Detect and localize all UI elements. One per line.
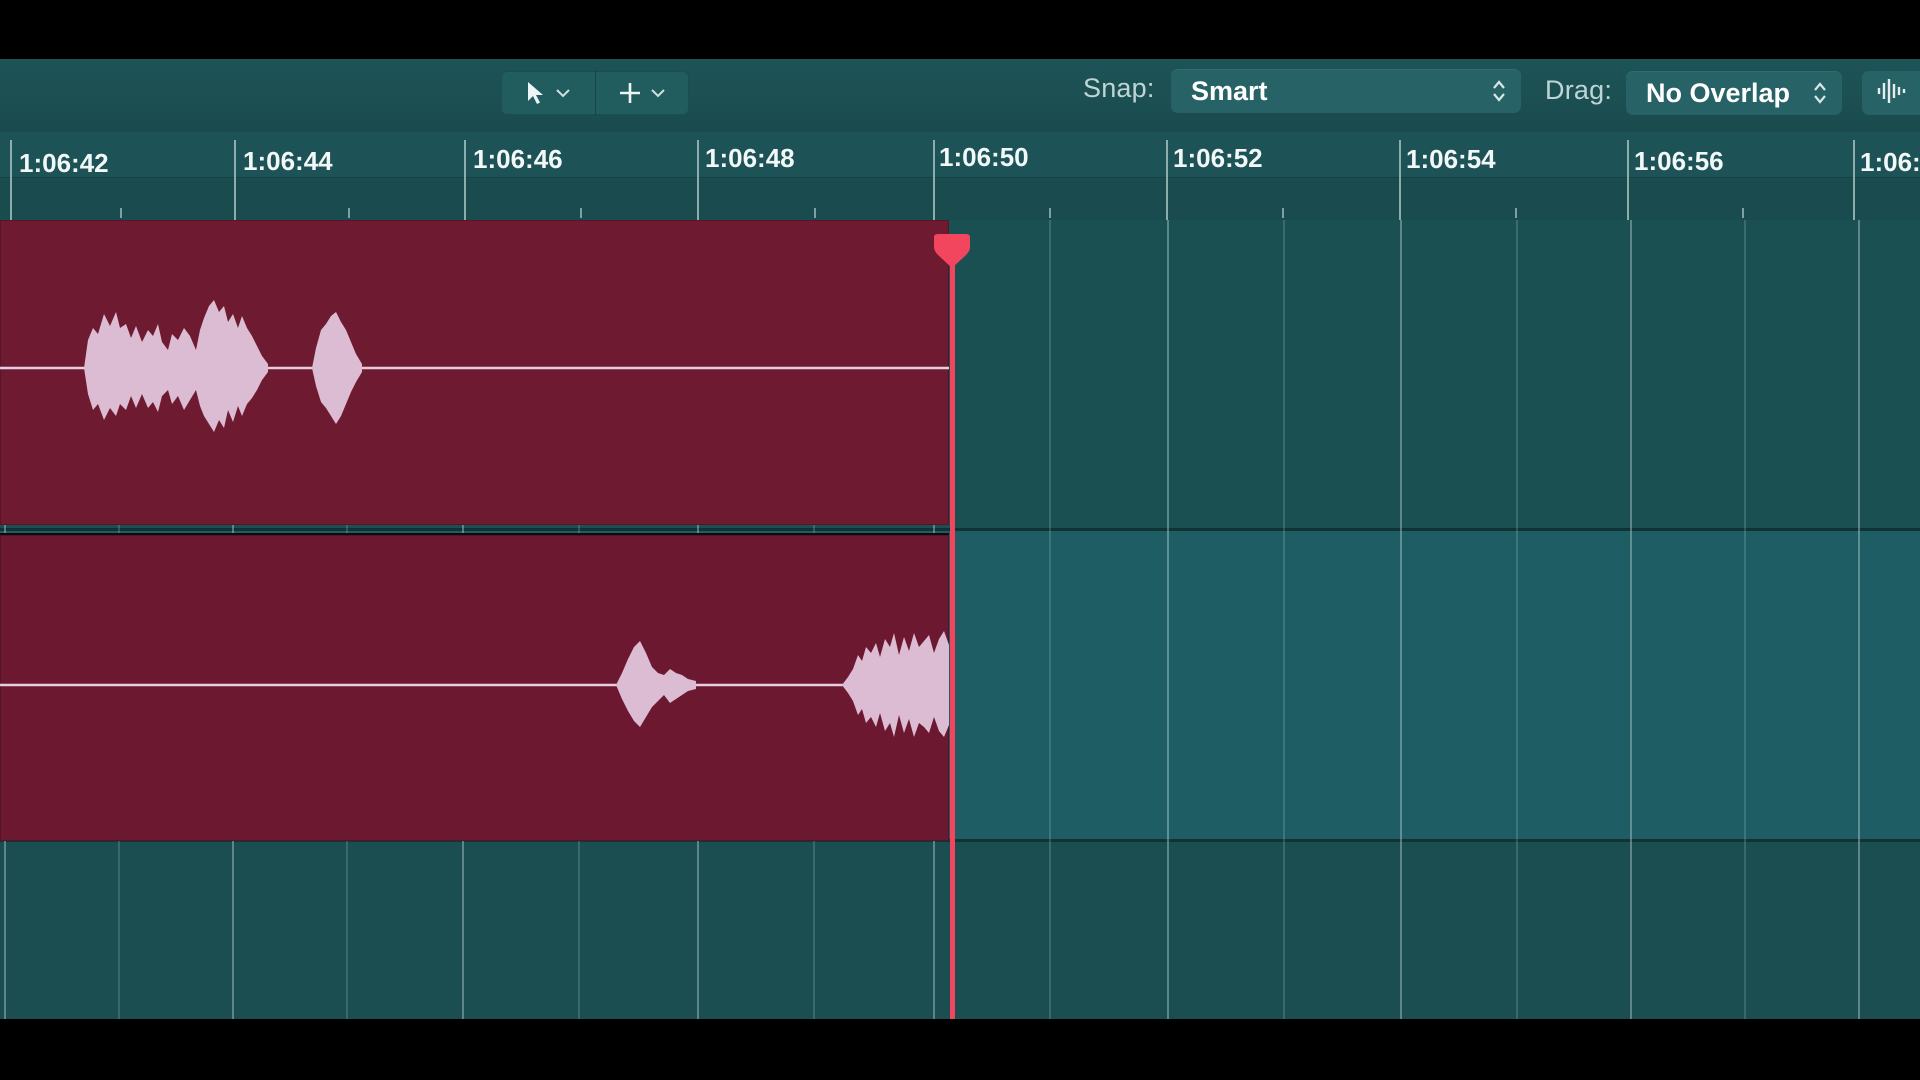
grid-line bbox=[1744, 220, 1746, 1019]
tracks-toolbar: Snap: Smart Drag: No Overlap bbox=[0, 59, 1920, 132]
snap-value: Smart bbox=[1191, 75, 1268, 106]
waveform-zoom-button[interactable] bbox=[1862, 71, 1920, 115]
crosshair-icon bbox=[618, 81, 642, 105]
ruler-minor-tick bbox=[348, 208, 350, 218]
pointer-icon bbox=[525, 80, 547, 106]
audio-waveform bbox=[0, 300, 949, 432]
ruler-minor-tick bbox=[1515, 208, 1517, 218]
ruler-minor-tick bbox=[580, 208, 582, 218]
ruler-label: 1:06:44 bbox=[243, 146, 333, 176]
tracks-area[interactable] bbox=[0, 220, 1920, 1019]
tool-menus bbox=[501, 71, 689, 115]
drag-label: Drag: bbox=[1545, 75, 1613, 105]
ruler-minor-tick bbox=[1742, 208, 1744, 218]
ruler-label: 1:06:56 bbox=[1634, 146, 1724, 176]
updown-arrows-icon bbox=[1812, 80, 1828, 113]
ruler-label: 1:06:52 bbox=[1173, 143, 1263, 173]
grid-line bbox=[1630, 220, 1632, 1019]
audio-region[interactable] bbox=[0, 220, 949, 525]
ruler-minor-tick bbox=[1282, 208, 1284, 218]
ruler-major-tick bbox=[1627, 140, 1629, 220]
ruler-lower-strip bbox=[0, 177, 1920, 221]
ruler-label: 1:06:42 bbox=[19, 148, 109, 178]
chevron-down-icon bbox=[650, 88, 666, 98]
ruler-major-tick bbox=[933, 140, 935, 220]
snap-label: Snap: bbox=[1083, 73, 1155, 103]
logic-main-window: Snap: Smart Drag: No Overlap 1:06:42 1:0… bbox=[0, 59, 1920, 1019]
left-click-tool-menu[interactable] bbox=[501, 71, 595, 115]
audio-region[interactable] bbox=[0, 533, 949, 841]
screen: Snap: Smart Drag: No Overlap 1:06:42 1:0… bbox=[0, 0, 1920, 1080]
grid-line bbox=[1400, 220, 1402, 1019]
drag-select[interactable]: No Overlap bbox=[1626, 71, 1842, 115]
playhead[interactable] bbox=[950, 256, 955, 1019]
ruler-major-tick bbox=[464, 140, 466, 220]
ruler-label: 1:06:5 bbox=[1860, 147, 1920, 177]
command-click-tool-menu[interactable] bbox=[594, 71, 690, 115]
waveform-icon bbox=[1876, 76, 1906, 111]
ruler-major-tick bbox=[697, 140, 699, 220]
ruler-minor-tick bbox=[814, 208, 816, 218]
ruler-major-tick bbox=[234, 140, 236, 220]
grid-line bbox=[1049, 220, 1051, 1019]
ruler-minor-tick bbox=[1049, 208, 1051, 218]
snap-select[interactable]: Smart bbox=[1171, 69, 1521, 113]
timeline-ruler[interactable]: 1:06:42 1:06:44 1:06:46 1:06:48 1:06:50 … bbox=[0, 132, 1920, 221]
drag-value: No Overlap bbox=[1646, 77, 1791, 108]
grid-line bbox=[1283, 220, 1285, 1019]
updown-arrows-icon bbox=[1491, 78, 1507, 111]
ruler-major-tick bbox=[1166, 140, 1168, 220]
ruler-label: 1:06:50 bbox=[939, 142, 1029, 172]
grid-line bbox=[1516, 220, 1518, 1019]
ruler-major-tick bbox=[10, 140, 12, 220]
ruler-major-tick bbox=[1399, 140, 1401, 220]
grid-line bbox=[1167, 220, 1169, 1019]
ruler-major-tick bbox=[1853, 140, 1855, 220]
ruler-minor-tick bbox=[120, 208, 122, 218]
ruler-label: 1:06:54 bbox=[1406, 144, 1496, 174]
track-lane[interactable] bbox=[0, 842, 1920, 1019]
grid-line bbox=[1858, 220, 1860, 1019]
chevron-down-icon bbox=[555, 88, 571, 98]
ruler-label: 1:06:46 bbox=[473, 144, 563, 174]
playhead-handle[interactable] bbox=[931, 233, 973, 269]
ruler-label: 1:06:48 bbox=[705, 143, 795, 173]
audio-waveform bbox=[0, 631, 949, 737]
